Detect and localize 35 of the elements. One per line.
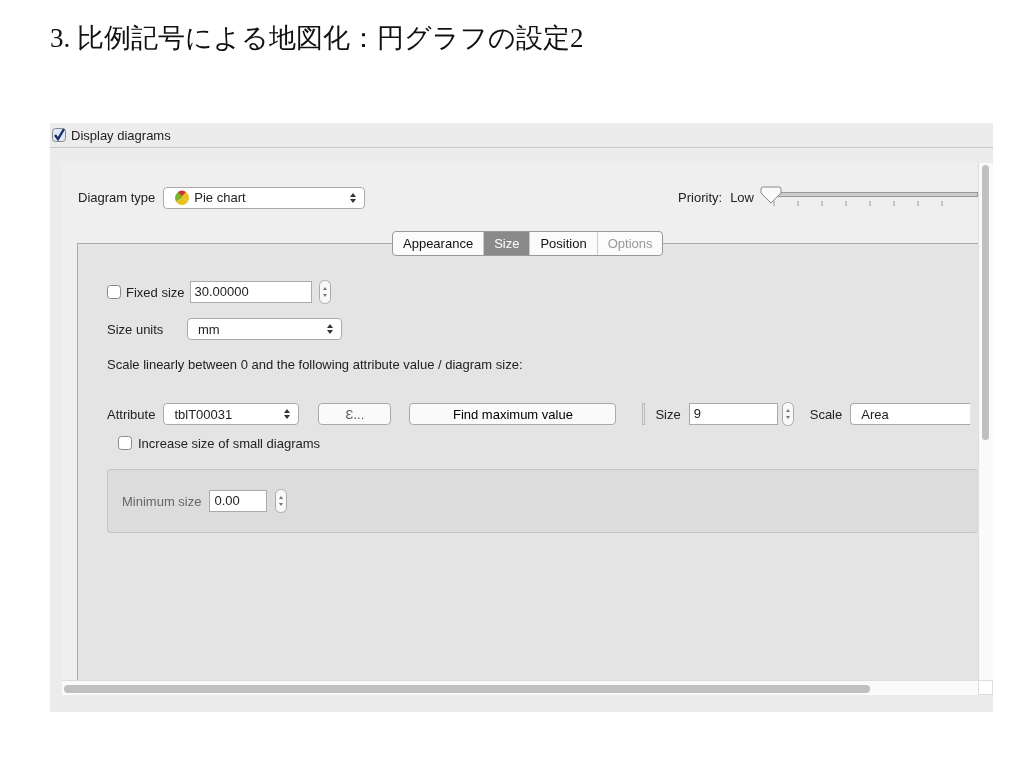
updown-arrows-icon <box>284 409 291 419</box>
updown-arrows-icon <box>350 192 357 203</box>
field-label: Size units <box>107 321 165 337</box>
checkbox-label: Increase size of small diagrams <box>138 435 321 451</box>
pie-chart-icon <box>174 189 191 206</box>
attribute-dropdown[interactable]: tblT00031 <box>163 403 300 425</box>
size-units-dropdown[interactable]: mm <box>187 318 342 340</box>
stepper-control[interactable] <box>781 402 794 426</box>
size-field[interactable]: 9 <box>688 403 778 425</box>
slider-value-label: Low <box>730 190 754 205</box>
field-label: Minimum size <box>122 493 202 509</box>
diagram-type-dropdown[interactable]: Pie chart <box>163 186 366 209</box>
scrollbar-thumb[interactable] <box>982 165 989 440</box>
description-text: Scale linearly between 0 and the following attribute value / diagram size: <box>107 356 523 372</box>
display-diagrams-checkbox[interactable] <box>52 128 66 142</box>
field-label: Scale <box>809 406 843 422</box>
field-label: Attribute <box>107 406 156 422</box>
field-label: Size <box>655 406 681 422</box>
scale-dropdown[interactable]: Area <box>850 403 971 425</box>
checkbox-label: Display diagrams <box>71 127 171 143</box>
tab[interactable]: Position <box>530 232 598 255</box>
scrollbar-thumb[interactable] <box>64 685 870 693</box>
expression-button[interactable]: Ɛ... <box>318 403 392 425</box>
checkbox-label: Fixed size <box>126 284 185 300</box>
find-maximum-button[interactable]: Find maximum value <box>409 403 617 425</box>
field-label: Priority: <box>678 190 723 205</box>
slider-thumb[interactable] <box>760 185 782 204</box>
fixed-size-checkbox[interactable] <box>107 285 121 299</box>
slide-title: 3. 比例記号による地図化：円グラフの設定2 <box>49 22 584 55</box>
stepper-control[interactable] <box>275 489 288 513</box>
stepper-control[interactable] <box>318 280 331 304</box>
field-label: Diagram type <box>78 190 156 205</box>
updown-arrows-icon <box>327 324 333 334</box>
increase-size-checkbox[interactable] <box>118 436 132 450</box>
fixed-size-field[interactable]: 30.00000 <box>189 281 312 303</box>
